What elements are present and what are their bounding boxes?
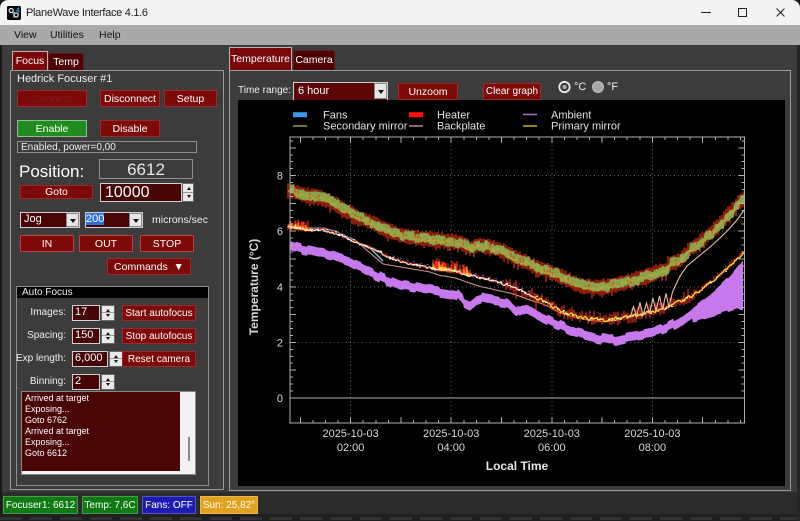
svg-text:6: 6 <box>277 226 283 238</box>
svg-text:04:00: 04:00 <box>437 442 465 454</box>
svg-text:2025-10-03: 2025-10-03 <box>624 428 680 440</box>
svg-text:2025-10-03: 2025-10-03 <box>423 428 479 440</box>
svg-text:08:00: 08:00 <box>639 442 667 454</box>
svg-text:0: 0 <box>277 393 283 405</box>
svg-text:2025-10-03: 2025-10-03 <box>322 428 378 440</box>
svg-text:Local Time: Local Time <box>486 459 549 473</box>
svg-text:2: 2 <box>277 337 283 349</box>
svg-text:06:00: 06:00 <box>538 442 566 454</box>
svg-text:Primary mirror: Primary mirror <box>551 121 621 133</box>
svg-text:Secondary mirror: Secondary mirror <box>323 121 408 133</box>
svg-text:Backplate: Backplate <box>437 121 485 133</box>
svg-text:02:00: 02:00 <box>337 442 365 454</box>
svg-text:4: 4 <box>277 282 283 294</box>
svg-text:Temperature (°C): Temperature (°C) <box>247 239 261 336</box>
svg-text:2025-10-03: 2025-10-03 <box>524 428 580 440</box>
svg-text:8: 8 <box>277 171 283 183</box>
svg-text:4: 4 <box>16 8 20 15</box>
